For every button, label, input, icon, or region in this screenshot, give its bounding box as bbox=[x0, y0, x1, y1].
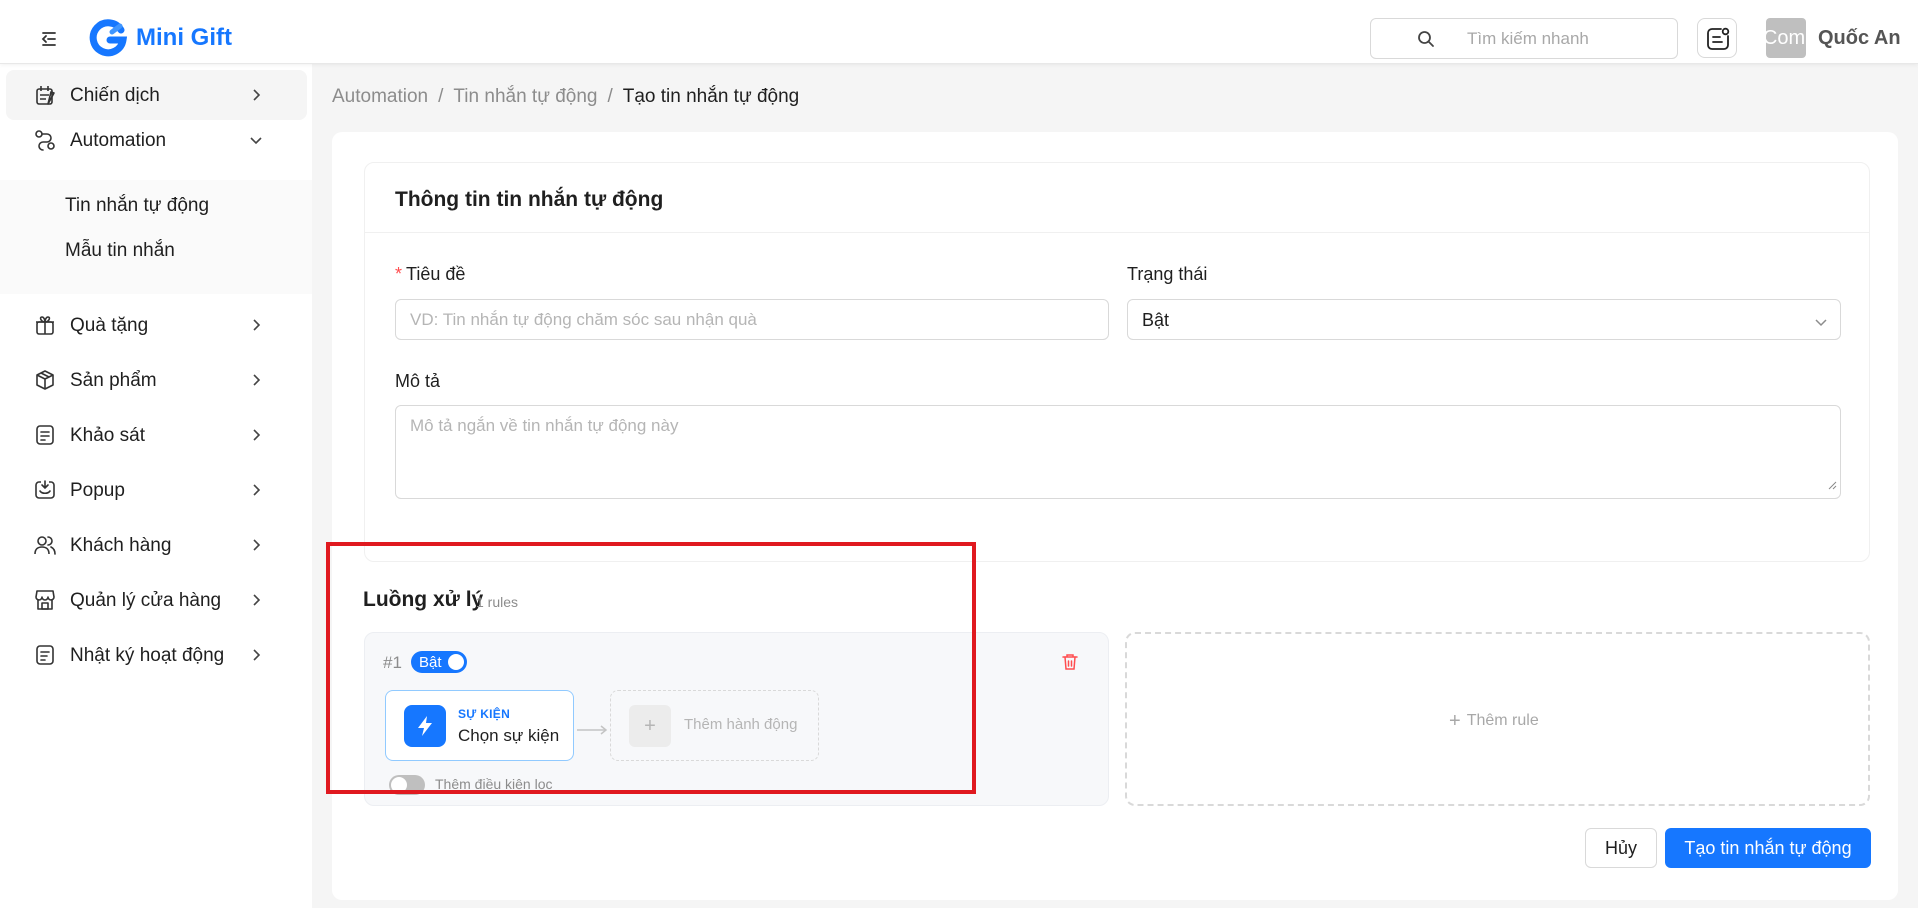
sidebar-item-customers[interactable]: Khách hàng bbox=[6, 520, 307, 570]
trash-icon[interactable] bbox=[1062, 653, 1078, 676]
arrow-right-icon bbox=[576, 719, 608, 740]
product-box-icon bbox=[34, 369, 56, 391]
create-auto-message-card: Thông tin tin nhắn tự động *Tiêu đề Trạn… bbox=[326, 132, 1898, 900]
sidebar-item-popup[interactable]: Popup bbox=[6, 465, 307, 515]
event-trigger-box[interactable]: SỰ KIỆN Chọn sự kiện bbox=[385, 690, 574, 761]
event-select-label: Chọn sự kiện bbox=[458, 726, 560, 745]
rule-enabled-toggle[interactable]: Bật bbox=[411, 651, 467, 673]
section-header: Thông tin tin nhắn tự động bbox=[365, 163, 1869, 233]
main-content: Automation / Tin nhắn tự động / Tạo tin nhắn… bbox=[312, 64, 1918, 908]
automation-icon bbox=[34, 129, 56, 151]
resize-handle-icon[interactable] bbox=[1827, 474, 1837, 495]
chevron-right-icon bbox=[248, 537, 264, 553]
search-icon bbox=[1417, 30, 1435, 48]
chevron-right-icon bbox=[248, 647, 264, 663]
status-selected-value: Bật bbox=[1142, 310, 1170, 330]
event-tag: SỰ KIỆN bbox=[458, 707, 511, 721]
chevron-right-icon bbox=[248, 372, 264, 388]
required-mark: * bbox=[395, 264, 403, 284]
lightning-icon bbox=[404, 705, 446, 747]
sidebar-item-automation[interactable]: Automation bbox=[6, 115, 307, 165]
flow-title: Luồng xử lý bbox=[363, 588, 484, 611]
customers-icon bbox=[34, 534, 56, 556]
plus-icon: + bbox=[1449, 710, 1461, 732]
quick-search-box[interactable] bbox=[1370, 18, 1678, 59]
plus-icon: + bbox=[629, 705, 671, 747]
breadcrumb-automation[interactable]: Automation bbox=[332, 86, 428, 107]
add-rule-label: Thêm rule bbox=[1466, 712, 1539, 729]
title-label: * Tiêu đề bbox=[395, 264, 466, 284]
sidebar: Chiến dịch Automation Tin nhắn tự động M… bbox=[0, 64, 312, 908]
sidebar-subitem-message-template[interactable]: Mẫu tin nhắn bbox=[65, 240, 175, 262]
chevron-right-icon bbox=[248, 87, 264, 103]
sidebar-item-survey[interactable]: Khảo sát bbox=[6, 410, 307, 460]
toggle-knob bbox=[391, 777, 407, 793]
breadcrumb-separator: / bbox=[607, 86, 613, 107]
user-name[interactable]: Quốc An bbox=[1818, 27, 1901, 50]
status-label: Trạng thái bbox=[1127, 264, 1208, 284]
menu-fold-icon[interactable] bbox=[38, 28, 60, 50]
chevron-right-icon bbox=[248, 592, 264, 608]
breadcrumb: Automation / Tin nhắn tự động / Tạo tin nhắn… bbox=[332, 86, 799, 108]
section-title: Thông tin tin nhắn tự động bbox=[395, 188, 664, 211]
title-field[interactable] bbox=[395, 299, 1109, 340]
sidebar-subitem-auto-message[interactable]: Tin nhắn tự động bbox=[65, 195, 209, 217]
description-label: Mô tả bbox=[395, 371, 441, 391]
description-field[interactable] bbox=[395, 405, 1841, 499]
add-action-box[interactable]: + Thêm hành động bbox=[610, 690, 819, 761]
breadcrumb-separator: / bbox=[438, 86, 444, 107]
survey-icon bbox=[34, 424, 56, 446]
chevron-down-icon bbox=[1814, 313, 1828, 334]
rule-count-badge: 1 rules bbox=[476, 594, 519, 610]
sidebar-item-store-management[interactable]: Quản lý cửa hàng bbox=[6, 575, 307, 625]
breadcrumb-auto-message[interactable]: Tin nhắn tự động bbox=[453, 86, 597, 107]
filter-condition-toggle[interactable] bbox=[389, 775, 425, 795]
user-avatar[interactable]: Com bbox=[1766, 18, 1806, 58]
gift-icon bbox=[34, 314, 56, 336]
popup-icon bbox=[34, 479, 56, 501]
status-select[interactable]: Bật bbox=[1127, 299, 1841, 340]
add-filter-label: Thêm điều kiện lọc bbox=[435, 776, 553, 792]
activity-log-icon bbox=[34, 644, 56, 666]
toggle-knob bbox=[448, 654, 464, 670]
chevron-down-icon bbox=[248, 132, 264, 148]
title-input[interactable] bbox=[410, 309, 1051, 331]
breadcrumb-current: Tạo tin nhắn tự động bbox=[622, 86, 800, 107]
chevron-right-icon bbox=[248, 482, 264, 498]
store-icon bbox=[34, 589, 56, 611]
sidebar-item-campaign[interactable]: Chiến dịch bbox=[6, 70, 307, 120]
rule-card: #1 Bật SỰ KIỆN Chọn sự kiện + Thêm hành … bbox=[364, 632, 1109, 806]
create-auto-message-button[interactable]: Tạo tin nhắn tự động bbox=[1665, 828, 1871, 868]
notification-button[interactable] bbox=[1697, 18, 1737, 58]
notification-icon bbox=[1707, 27, 1730, 50]
brand-logo-icon bbox=[88, 18, 128, 58]
campaign-icon bbox=[34, 84, 56, 106]
quick-search-input[interactable] bbox=[1467, 27, 1667, 51]
sidebar-item-products[interactable]: Sản phẩm bbox=[6, 355, 307, 405]
description-textarea[interactable] bbox=[396, 406, 1840, 498]
message-info-section: Thông tin tin nhắn tự động *Tiêu đề Trạn… bbox=[364, 162, 1870, 562]
brand-name: Mini Gift bbox=[136, 24, 232, 51]
add-rule-button[interactable]: + Thêm rule bbox=[1125, 632, 1870, 806]
rule-number: #1 bbox=[383, 653, 402, 672]
sidebar-item-activity-log[interactable]: Nhật ký hoạt động bbox=[6, 630, 307, 680]
sidebar-item-gifts[interactable]: Quà tặng bbox=[6, 300, 307, 350]
chevron-right-icon bbox=[248, 427, 264, 443]
add-action-label: Thêm hành động bbox=[684, 716, 798, 733]
chevron-right-icon bbox=[248, 317, 264, 333]
top-header: Mini Gift Com Quốc An bbox=[0, 0, 1918, 64]
cancel-button[interactable]: Hủy bbox=[1585, 828, 1657, 868]
automation-submenu: Tin nhắn tự động Mẫu tin nhắn bbox=[0, 180, 312, 294]
